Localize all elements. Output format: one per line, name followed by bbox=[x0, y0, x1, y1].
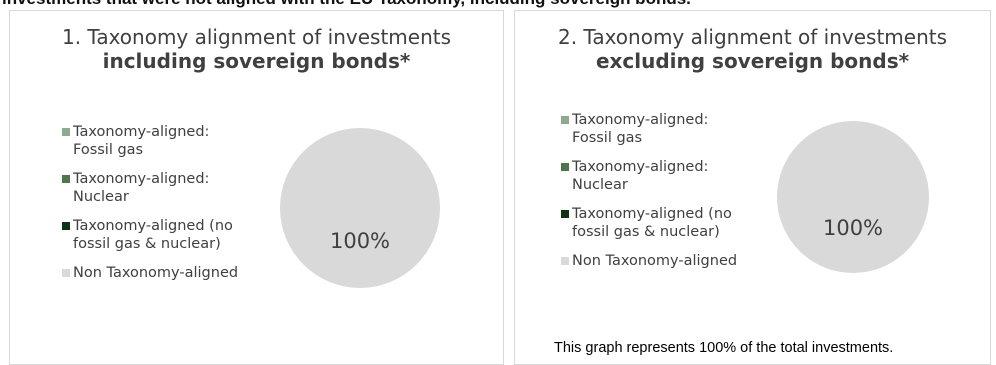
pie-chart: 100% bbox=[280, 128, 440, 288]
legend-label-line2: Nuclear bbox=[572, 177, 628, 193]
legend-swatch bbox=[62, 128, 70, 136]
legend-item-fossil-gas: Taxonomy-aligned: Fossil gas bbox=[561, 111, 751, 147]
legend-label-line2: Fossil gas bbox=[73, 142, 144, 158]
pie-slice bbox=[777, 121, 929, 273]
pie-data-label: 100% bbox=[330, 229, 390, 253]
legend-swatch bbox=[561, 116, 569, 124]
chart-legend: Taxonomy-aligned: Fossil gas Taxonomy-al… bbox=[561, 111, 751, 281]
legend-label-line1: Non Taxonomy-aligned bbox=[572, 253, 738, 269]
top-heading-clip: investments that were not aligned with t… bbox=[0, 0, 996, 10]
legend-label-line2: fossil gas & nuclear) bbox=[73, 236, 221, 252]
legend-label-line2: Nuclear bbox=[73, 189, 129, 205]
legend-label-line1: Taxonomy-aligned: bbox=[73, 124, 210, 140]
legend-label-line1: Taxonomy-aligned: bbox=[73, 171, 210, 187]
legend-label-line1: Taxonomy-aligned: bbox=[572, 159, 709, 175]
chart-panel-excluding-sovereign-bonds: 2. Taxonomy alignment of investments exc… bbox=[514, 10, 991, 365]
pie-data-label: 100% bbox=[823, 216, 883, 240]
legend-item-aligned-other: Taxonomy-aligned (no fossil gas & nuclea… bbox=[62, 217, 252, 253]
legend-label-line2: fossil gas & nuclear) bbox=[572, 224, 720, 240]
top-heading-text: investments that were not aligned with t… bbox=[2, 0, 691, 9]
legend-item-nuclear: Taxonomy-aligned: Nuclear bbox=[561, 158, 751, 194]
legend-swatch bbox=[62, 222, 70, 230]
legend-label-line1: Taxonomy-aligned (no bbox=[572, 206, 732, 222]
legend-item-aligned-other: Taxonomy-aligned (no fossil gas & nuclea… bbox=[561, 205, 751, 241]
legend-item-fossil-gas: Taxonomy-aligned: Fossil gas bbox=[62, 123, 252, 159]
legend-swatch bbox=[561, 163, 569, 171]
chart-title-line1: 2. Taxonomy alignment of investments bbox=[557, 25, 948, 49]
chart-title-line1: 1. Taxonomy alignment of investments bbox=[61, 25, 452, 49]
legend-swatch bbox=[62, 175, 70, 183]
footnote-text: This graph represents 100% of the total … bbox=[554, 340, 894, 356]
chart-panel-including-sovereign-bonds: 1. Taxonomy alignment of investments inc… bbox=[9, 10, 504, 365]
pie-chart: 100% bbox=[777, 121, 929, 273]
pie-chart-wrapper: 100% bbox=[280, 128, 440, 292]
legend-item-nuclear: Taxonomy-aligned: Nuclear bbox=[62, 170, 252, 206]
legend-item-non-aligned: Non Taxonomy-aligned bbox=[561, 252, 751, 270]
legend-label-line1: Taxonomy-aligned: bbox=[572, 112, 709, 128]
pie-slice bbox=[280, 128, 440, 288]
chart-title: 2. Taxonomy alignment of investments exc… bbox=[515, 25, 990, 73]
pie-chart-wrapper: 100% bbox=[777, 121, 929, 277]
legend-swatch bbox=[62, 269, 70, 277]
chart-title-line2: including sovereign bonds* bbox=[102, 49, 411, 73]
chart-title: 1. Taxonomy alignment of investments inc… bbox=[10, 25, 503, 73]
legend-label-line2: Fossil gas bbox=[572, 130, 643, 146]
chart-title-line2: excluding sovereign bonds* bbox=[595, 49, 910, 73]
legend-item-non-aligned: Non Taxonomy-aligned bbox=[62, 264, 252, 282]
legend-swatch bbox=[561, 210, 569, 218]
legend-swatch bbox=[561, 257, 569, 265]
legend-label-line1: Taxonomy-aligned (no bbox=[73, 218, 233, 234]
legend-label-line1: Non Taxonomy-aligned bbox=[73, 265, 239, 281]
chart-legend: Taxonomy-aligned: Fossil gas Taxonomy-al… bbox=[62, 123, 252, 293]
